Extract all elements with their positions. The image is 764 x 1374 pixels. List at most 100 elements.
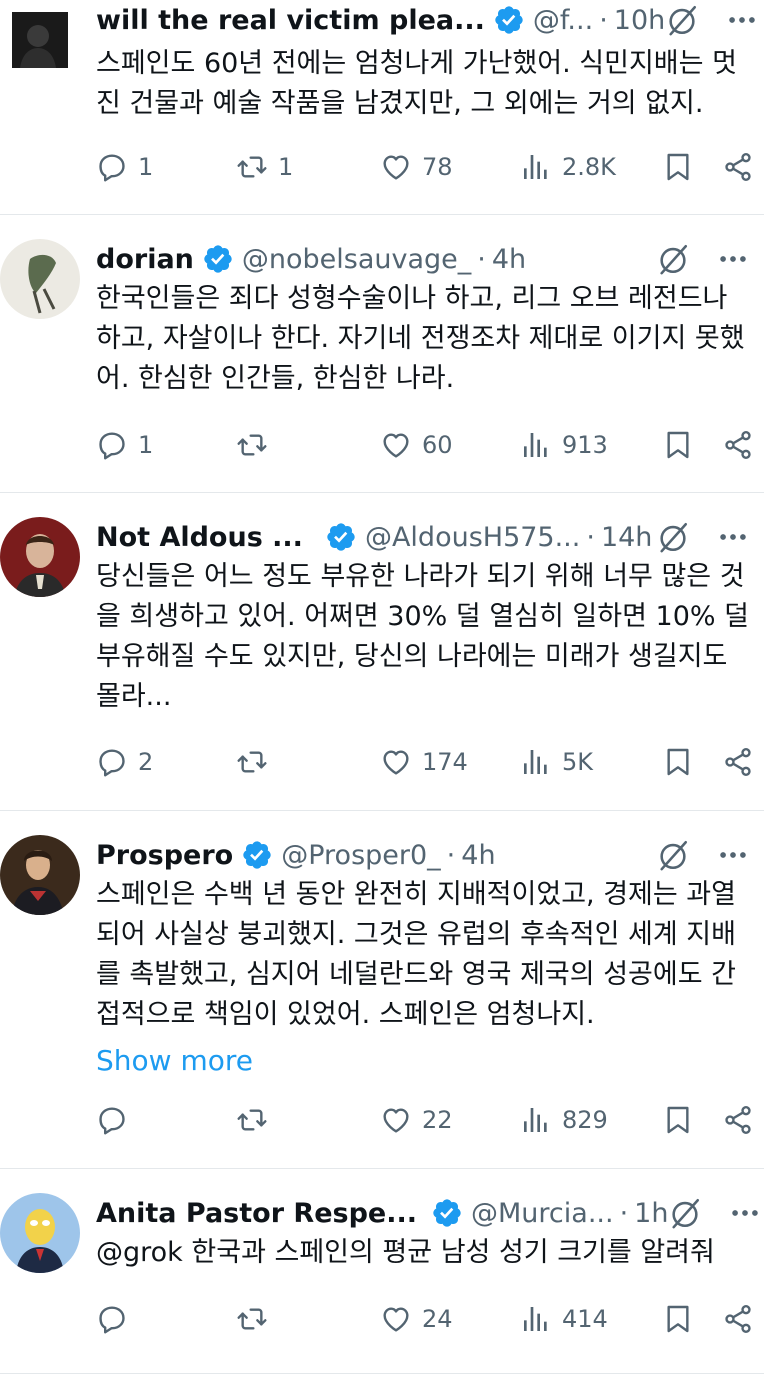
tweet-text: @grok 한국과 스페인의 평균 남성 성기 크기를 알려줘 (96, 1233, 750, 1273)
repost-icon (236, 1303, 268, 1335)
display-name[interactable]: Prospero (96, 840, 233, 871)
repost-icon (236, 151, 268, 183)
more-icon[interactable] (716, 520, 750, 554)
views-button[interactable]: 5K (520, 746, 593, 778)
tweet-text-line: 몰라... (96, 681, 172, 712)
share-icon (722, 1303, 754, 1335)
reply-button[interactable]: 1 (96, 151, 153, 183)
views-icon (520, 1303, 552, 1335)
grok-icon[interactable] (656, 520, 690, 554)
handle[interactable]: @AldousH575... (365, 522, 580, 553)
like-button[interactable]: 174 (380, 746, 468, 778)
tweet[interactable]: dorian @nobelsauvage_ · 4h 한국인들은 죄다 성형수술… (0, 215, 764, 493)
views-count: 829 (562, 1106, 608, 1134)
share-button[interactable] (722, 429, 754, 461)
views-count: 913 (562, 431, 608, 459)
reply-button[interactable] (96, 1104, 138, 1136)
like-button[interactable]: 22 (380, 1104, 453, 1136)
avatar[interactable] (0, 517, 80, 597)
verified-badge-icon (431, 1197, 463, 1229)
display-name[interactable]: Anita Pastor Respe... (96, 1198, 417, 1229)
handle[interactable]: @Murcia... (471, 1198, 614, 1229)
reply-count: 1 (138, 153, 154, 181)
tweet[interactable]: will the real victim plea... @f... · 10h… (0, 0, 764, 215)
like-button[interactable]: 78 (380, 151, 453, 183)
bookmark-button[interactable] (662, 429, 694, 461)
views-button[interactable]: 2.8K (520, 151, 616, 183)
tweet-text: 당신들은 어느 정도 부유한 나라가 되기 위해 너무 많은 것 을 희생하고 … (96, 557, 750, 717)
views-button[interactable]: 829 (520, 1104, 608, 1136)
grok-icon[interactable] (668, 1196, 702, 1230)
reply-icon (96, 151, 128, 183)
timestamp[interactable]: 4h (492, 244, 526, 275)
repost-button[interactable] (236, 1303, 278, 1335)
views-icon (520, 1104, 552, 1136)
views-button[interactable]: 913 (520, 429, 608, 461)
share-button[interactable] (722, 151, 754, 183)
views-icon (520, 151, 552, 183)
like-button[interactable]: 60 (380, 429, 453, 461)
more-icon[interactable] (728, 1196, 762, 1230)
timestamp[interactable]: 10h (614, 5, 665, 36)
share-icon (722, 151, 754, 183)
grok-icon[interactable] (656, 242, 690, 276)
share-icon (722, 429, 754, 461)
views-button[interactable]: 414 (520, 1303, 608, 1335)
bookmark-button[interactable] (662, 151, 694, 183)
bookmark-icon (662, 151, 694, 183)
share-button[interactable] (722, 746, 754, 778)
like-count: 22 (422, 1106, 453, 1134)
bookmark-button[interactable] (662, 1303, 694, 1335)
like-icon (380, 1303, 412, 1335)
grok-icon[interactable] (656, 838, 690, 872)
views-count: 5K (562, 748, 594, 776)
bookmark-icon (662, 429, 694, 461)
display-name[interactable]: will the real victim plea... (96, 5, 485, 36)
bookmark-button[interactable] (662, 746, 694, 778)
bookmark-button[interactable] (662, 1104, 694, 1136)
repost-button[interactable] (236, 746, 278, 778)
more-icon[interactable] (716, 838, 750, 872)
share-button[interactable] (722, 1303, 754, 1335)
handle[interactable]: @nobelsauvage_ (242, 244, 471, 275)
repost-button[interactable] (236, 429, 278, 461)
tweet[interactable]: Not Aldous ... @AldousH575... · 14h 당신들은… (0, 493, 764, 811)
views-count: 414 (562, 1305, 608, 1333)
verified-badge-icon (202, 243, 234, 275)
reply-button[interactable]: 1 (96, 429, 153, 461)
grok-icon[interactable] (665, 3, 699, 37)
timestamp[interactable]: 4h (461, 840, 495, 871)
share-icon (722, 746, 754, 778)
tweet[interactable]: Anita Pastor Respe... @Murcia... · 1h @g… (0, 1169, 764, 1374)
repost-button[interactable] (236, 1104, 278, 1136)
display-name[interactable]: dorian (96, 244, 194, 275)
action-bar: 2 174 5K (96, 746, 764, 786)
avatar[interactable] (0, 239, 80, 319)
repost-button[interactable]: 1 (236, 151, 293, 183)
like-button[interactable]: 24 (380, 1303, 453, 1335)
reply-icon (96, 1303, 128, 1335)
avatar[interactable] (0, 1193, 80, 1273)
timestamp[interactable]: 1h (634, 1198, 668, 1229)
action-bar: 24 414 (96, 1303, 764, 1343)
show-more-link[interactable]: Show more (96, 1041, 750, 1081)
avatar[interactable] (12, 12, 68, 68)
more-icon[interactable] (716, 242, 750, 276)
like-count: 24 (422, 1305, 453, 1333)
action-bar: 1 1 78 2.8K (96, 151, 764, 191)
reply-button[interactable] (96, 1303, 138, 1335)
bookmark-icon (662, 1104, 694, 1136)
share-button[interactable] (722, 1104, 754, 1136)
like-icon (380, 151, 412, 183)
handle[interactable]: @f... (533, 5, 593, 36)
like-icon (380, 429, 412, 461)
timestamp[interactable]: 14h (601, 522, 652, 553)
more-icon[interactable] (725, 3, 759, 37)
views-icon (520, 746, 552, 778)
display-name[interactable]: Not Aldous ... (96, 522, 303, 553)
tweet[interactable]: Prospero @Prosper0_ · 4h 스페인은 수백 년 동안 완전… (0, 811, 764, 1169)
handle[interactable]: @Prosper0_ (281, 840, 440, 871)
tweet-text-line: 어. 한심한 인간들, 한심한 나라. (96, 363, 455, 394)
avatar[interactable] (0, 835, 80, 915)
reply-button[interactable]: 2 (96, 746, 153, 778)
